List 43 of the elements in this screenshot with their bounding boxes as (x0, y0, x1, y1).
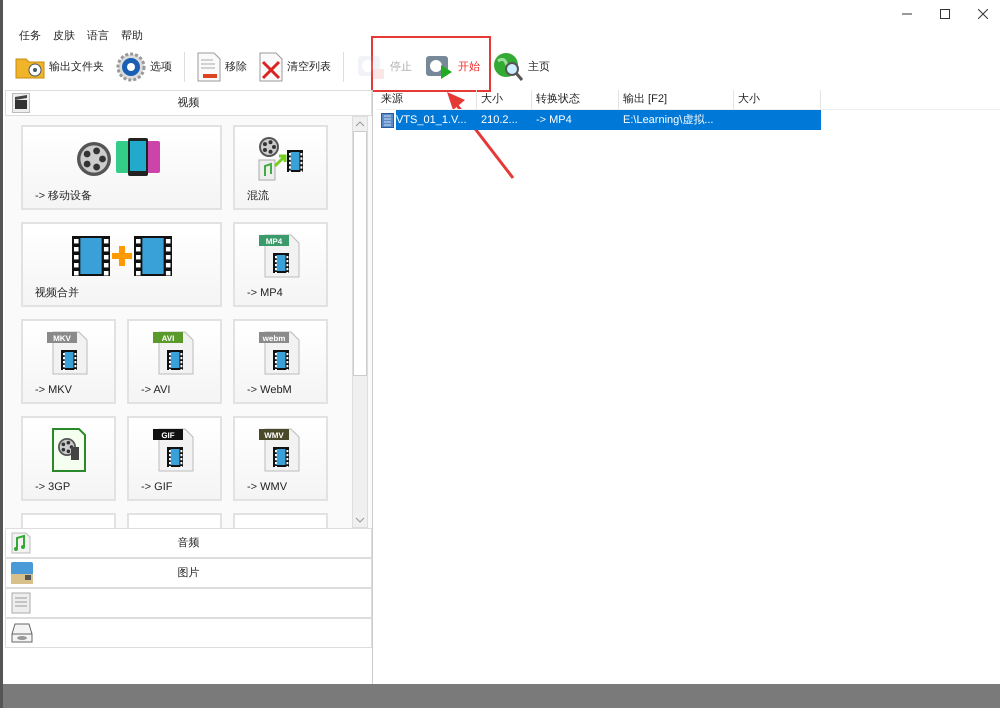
column-header[interactable]: 转换状态 (532, 90, 619, 109)
menu-item[interactable]: 帮助 (121, 28, 143, 44)
category-header[interactable]: 图片 (5, 558, 372, 588)
tile-label: -> AVI (140, 382, 172, 398)
toolbar-button[interactable]: 开始 (420, 50, 484, 84)
category-header[interactable]: 音频 (5, 528, 372, 558)
tile-label: -> WebM (246, 382, 293, 398)
column-header[interactable]: 大小 (734, 90, 821, 109)
tile-label: -> MP4 (246, 286, 284, 300)
toolbar-button[interactable]: 清空列表 (255, 50, 335, 84)
tile-label: 混流 (246, 188, 270, 204)
format-tile[interactable]: GIF -> GIF (127, 416, 222, 501)
tile-label: -> 3GP (34, 480, 72, 494)
table-cell: E:\Learning\虚拟... (619, 110, 734, 130)
category-header[interactable]: 视频 (5, 90, 372, 116)
table-cell: -> MP4 (532, 110, 619, 130)
tile-label: -> 移动设备 (34, 188, 94, 204)
menu-item[interactable]: 语言 (87, 28, 109, 44)
format-tile[interactable]: 混流 (233, 125, 328, 210)
format-tile[interactable]: MP4 -> MP4 (233, 222, 328, 307)
column-header[interactable]: 大小 (477, 90, 532, 109)
format-tile[interactable]: AVI -> AVI (127, 319, 222, 404)
column-header[interactable]: 输出 [F2] (619, 90, 734, 109)
column-header[interactable]: 来源 (377, 90, 477, 109)
format-tile[interactable]: WMV -> WMV (233, 416, 328, 501)
table-row[interactable]: VTS_01_1.V... 210.2... -> MP4 E:\Learning\虚拟... (377, 110, 821, 130)
toolbar-button[interactable]: 输出文件夹 (11, 50, 108, 84)
menu-item[interactable]: 任务 (19, 28, 41, 44)
format-tile[interactable]: MKV -> MKV (21, 319, 116, 404)
format-tile[interactable]: webm -> WebM (233, 319, 328, 404)
toolbar-button[interactable]: 主页 (488, 50, 554, 84)
tile-label: -> GIF (140, 480, 174, 494)
format-tile[interactable]: -> 3GP (21, 416, 116, 501)
toolbar-button[interactable]: 移除 (193, 50, 251, 84)
tile-label: -> WMV (246, 480, 288, 494)
menu-item[interactable]: 皮肤 (53, 28, 75, 44)
tile-label: -> MKV (34, 382, 73, 398)
tile-label: 视频合并 (34, 286, 80, 300)
format-tile[interactable]: -> 移动设备 (21, 125, 222, 210)
format-tile[interactable]: 视频合并 (21, 222, 222, 307)
table-cell: 210.2... (477, 110, 532, 130)
table-cell: VTS_01_1.V... (396, 110, 477, 130)
toolbar-button[interactable]: 选项 (112, 50, 176, 84)
